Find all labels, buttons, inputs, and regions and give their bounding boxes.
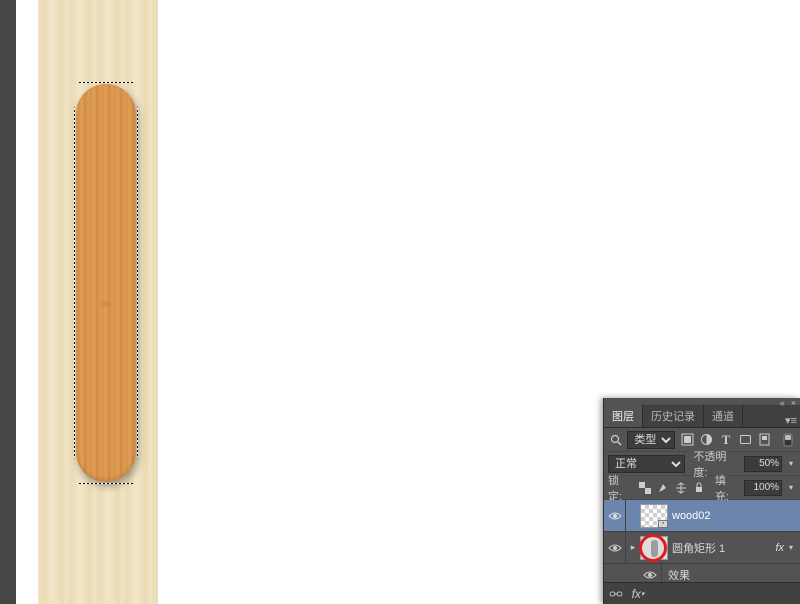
- lock-transparent-icon[interactable]: [637, 480, 653, 496]
- panel-footer: fx▾: [604, 582, 800, 604]
- smartobject-badge-icon: ▫: [658, 520, 668, 528]
- filter-toggle-switch[interactable]: [781, 432, 796, 448]
- layer-name[interactable]: 圆角矩形 1: [672, 540, 775, 556]
- panel-collapse-icon[interactable]: «: [780, 398, 785, 405]
- lock-position-icon[interactable]: [673, 480, 689, 496]
- opacity-input[interactable]: [744, 456, 782, 472]
- filter-kind-select[interactable]: 类型: [627, 431, 675, 449]
- layer-row-wood02[interactable]: ▫ wood02: [604, 500, 800, 532]
- tab-layers[interactable]: 图层: [604, 404, 643, 427]
- layer-thumbnail[interactable]: [640, 536, 668, 560]
- panel-close-icon[interactable]: ×: [791, 398, 796, 405]
- lock-row: 锁定: 填充: ▾: [604, 476, 800, 500]
- layer-thumbnail[interactable]: ▫: [640, 504, 668, 528]
- effects-label[interactable]: 效果: [662, 567, 796, 583]
- link-layers-icon[interactable]: [608, 586, 624, 602]
- rounded-rect-shape[interactable]: [76, 84, 136, 482]
- lock-label: 锁定:: [608, 472, 633, 504]
- lock-pixels-icon[interactable]: [655, 480, 671, 496]
- visibility-toggle[interactable]: [643, 570, 657, 580]
- panel-tabs: 图层 历史记录 通道 ▾≡: [604, 406, 800, 428]
- fx-twisty[interactable]: ▾: [786, 540, 796, 556]
- visibility-toggle[interactable]: [604, 500, 626, 531]
- fill-stepper[interactable]: ▾: [786, 480, 796, 496]
- blend-mode-select[interactable]: 正常: [608, 455, 685, 473]
- visibility-spacer: [604, 564, 626, 582]
- blend-row: 正常 不透明度: ▾: [604, 452, 800, 476]
- fill-input[interactable]: [744, 480, 782, 496]
- visibility-toggle[interactable]: [604, 532, 626, 563]
- filter-shape-icon[interactable]: [738, 432, 753, 448]
- filter-smart-icon[interactable]: [757, 432, 772, 448]
- filter-adjust-icon[interactable]: [699, 432, 714, 448]
- opacity-stepper[interactable]: ▾: [786, 456, 796, 472]
- fx-menu-icon[interactable]: fx▾: [630, 586, 646, 602]
- filter-search-icon[interactable]: [608, 432, 623, 448]
- fx-badge[interactable]: fx: [775, 542, 784, 554]
- layer-list: ▫ wood02 ▸ 圆角矩形 1 fx ▾ 效果: [604, 500, 800, 582]
- panel-menu-icon[interactable]: ▾≡: [782, 414, 800, 427]
- layer-row-rounded-rect[interactable]: ▸ 圆角矩形 1 fx ▾: [604, 532, 800, 564]
- layers-panel: « × 图层 历史记录 通道 ▾≡ 类型 T: [603, 398, 800, 604]
- layer-name[interactable]: wood02: [672, 510, 796, 522]
- lock-all-icon[interactable]: [691, 480, 707, 496]
- tab-history[interactable]: 历史记录: [643, 404, 704, 427]
- filter-pixel-icon[interactable]: [679, 432, 694, 448]
- fill-label: 填充:: [715, 472, 740, 504]
- tab-channels[interactable]: 通道: [704, 404, 743, 427]
- layer-twisty[interactable]: ▸: [626, 542, 640, 553]
- layer-effects-row[interactable]: 效果: [604, 564, 800, 582]
- filter-type-icon[interactable]: T: [718, 432, 733, 448]
